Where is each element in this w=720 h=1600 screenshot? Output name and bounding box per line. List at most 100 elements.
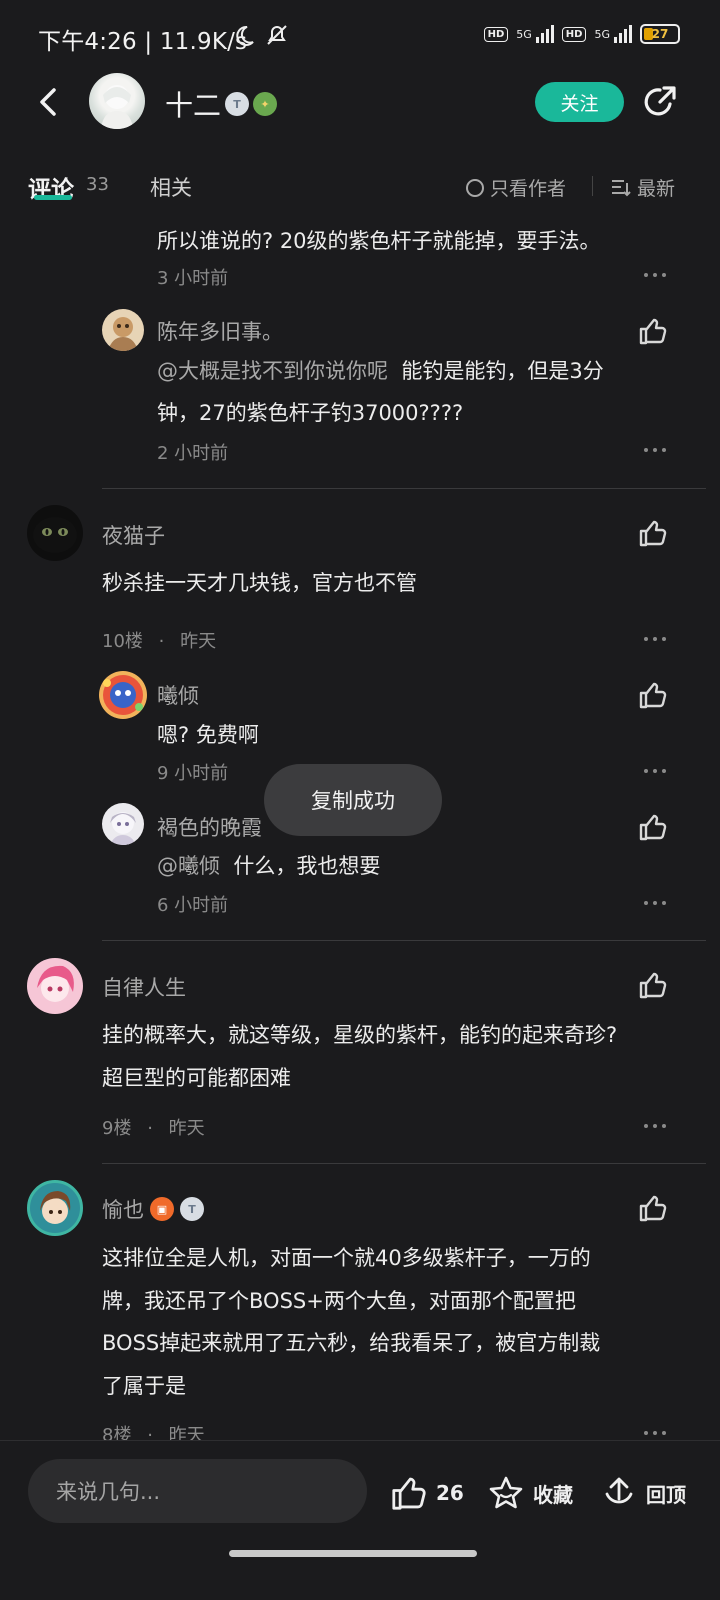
comment-text-line1[interactable]: 挂的概率大，就这等级，星级的紫杆，能钓的起来奇珍? [102,1014,617,1056]
author-info[interactable]: 十二 T ✦ [165,84,278,124]
avatar[interactable] [99,671,147,719]
toast-message: 复制成功 [264,764,442,836]
comment-count: 33 [86,174,109,195]
comment-text-line2[interactable]: 超巨型的可能都困难 [102,1057,291,1099]
reply-text[interactable]: 所以谁说的? 20级的紫色杆子就能掉，要手法。 [157,220,601,262]
thumbs-up-icon[interactable] [638,680,668,710]
sort-button[interactable]: 最新 [611,174,675,201]
like-count: 26 [436,1481,464,1505]
reply-time: 9 小时前 [157,763,229,784]
status-indicators: HD 5G HD 5G 27 [483,24,680,44]
filter-divider [592,176,593,196]
reply-text[interactable]: @曦倾 什么，我也想要 [157,845,380,887]
favorite-button[interactable]: 收藏 [487,1474,573,1512]
game-character-badge-icon: ✦ [253,92,278,116]
floor-number: 10楼 [102,631,143,652]
reply-time: 3 小时前 [157,268,229,289]
username[interactable]: 夜猫子 [102,520,165,550]
meta-dot: · [147,1118,153,1139]
reply-text-line1: 能钓是能钓，但是3分 [401,359,604,383]
avatar[interactable] [27,505,83,561]
user-header: 愉也 ▣ T [102,1194,204,1224]
signal-icon-2 [614,25,632,43]
share-button[interactable] [640,82,680,122]
like-button[interactable]: 26 [390,1474,464,1512]
back-button[interactable] [32,84,68,120]
more-options-icon[interactable] [644,1124,666,1130]
tab-related[interactable]: 相关 [150,172,192,202]
avatar[interactable] [102,309,144,351]
more-options-icon[interactable] [644,769,666,775]
thumbs-up-icon [392,1477,426,1510]
hd-badge-2: HD [561,26,587,42]
comment-text-line3[interactable]: BOSS掉起来就用了五六秒，给我看呆了，被官方制裁 [102,1322,600,1364]
comment-text-line2[interactable]: 牌，我还吊了个BOSS+两个大鱼，对面那个配置把 [102,1280,576,1322]
thumbs-up-icon[interactable] [638,1193,668,1223]
reply-time: 6 小时前 [157,895,229,916]
thumbs-up-icon[interactable] [638,812,668,842]
comment-text-line4[interactable]: 了属于是 [102,1365,186,1407]
thumbs-up-icon[interactable] [638,518,668,548]
gamepad-badge-icon: ▣ [150,1197,174,1221]
avatar[interactable] [27,1180,83,1236]
battery-level: 27 [651,27,669,41]
level-badge-icon: T [225,92,250,116]
home-indicator[interactable] [229,1550,477,1557]
network-label: 5G [516,27,532,41]
comment-time: 昨天 [180,631,217,652]
comment-meta: 10楼 · 昨天 [102,627,216,653]
tab-underline [34,195,72,200]
battery-icon: 27 [640,24,680,44]
more-options-icon[interactable] [644,1431,666,1437]
more-options-icon[interactable] [644,901,666,907]
avatar[interactable] [102,803,144,845]
author-only-toggle[interactable]: 只看作者 [466,174,566,201]
more-options-icon[interactable] [644,637,666,643]
mention-link[interactable]: @曦倾 [157,854,220,878]
username[interactable]: 愉也 [102,1194,144,1224]
moon-icon [232,24,256,52]
avatar[interactable] [27,958,83,1014]
author-avatar[interactable] [89,73,145,129]
reply-text[interactable]: @大概是找不到你说你呢 能钓是能钓，但是3分 [157,350,604,392]
comment-meta: 9楼 · 昨天 [102,1114,205,1140]
star-icon [489,1476,523,1509]
thumbs-up-icon[interactable] [638,970,668,1000]
username[interactable]: 自律人生 [102,972,186,1002]
upload-arrow-icon [605,1477,633,1504]
mention-link[interactable]: @大概是找不到你说你呢 [157,359,388,383]
username[interactable]: 褐色的晚霞 [157,812,262,842]
level-badge-icon: T [180,1197,204,1221]
back-to-top-label: 回顶 [646,1482,686,1507]
more-options-icon[interactable] [644,448,666,454]
username[interactable]: 陈年多旧事。 [157,316,283,346]
comment-time: 昨天 [168,1118,205,1139]
divider [102,940,706,941]
reply-text-line2[interactable]: 钟，27的紫色杆子钓37000???? [157,392,463,434]
more-options-icon[interactable] [644,273,666,279]
chevron-left-icon [40,88,56,116]
follow-button[interactable]: 关注 [535,82,624,122]
author-name: 十二 [165,89,222,122]
signal-icon [535,25,554,43]
back-to-top-button[interactable]: 回顶 [600,1474,686,1512]
divider [102,1163,706,1164]
comment-input[interactable]: 来说几句... [28,1459,367,1523]
share-icon [644,86,676,116]
author-only-label: 只看作者 [490,178,567,200]
thumbs-up-icon[interactable] [638,316,668,346]
hd-badge: HD [483,26,509,42]
radio-circle-icon [466,178,484,197]
reply-time: 2 小时前 [157,443,229,464]
meta-dot: · [158,631,165,652]
comment-text-line1[interactable]: 这排位全是人机，对面一个就40多级紫杆子，一万的 [102,1237,591,1279]
sort-list-icon [612,179,631,196]
reply-text-body: 什么，我也想要 [233,854,381,878]
floor-number: 9楼 [102,1118,132,1139]
reply-text[interactable]: 嗯? 免费啊 [157,714,259,756]
favorite-label: 收藏 [533,1482,573,1507]
username[interactable]: 曦倾 [157,680,199,710]
network-label-2: 5G [594,27,610,41]
bell-off-icon [264,22,290,52]
comment-text[interactable]: 秒杀挂一天才几块钱，官方也不管 [102,562,417,604]
